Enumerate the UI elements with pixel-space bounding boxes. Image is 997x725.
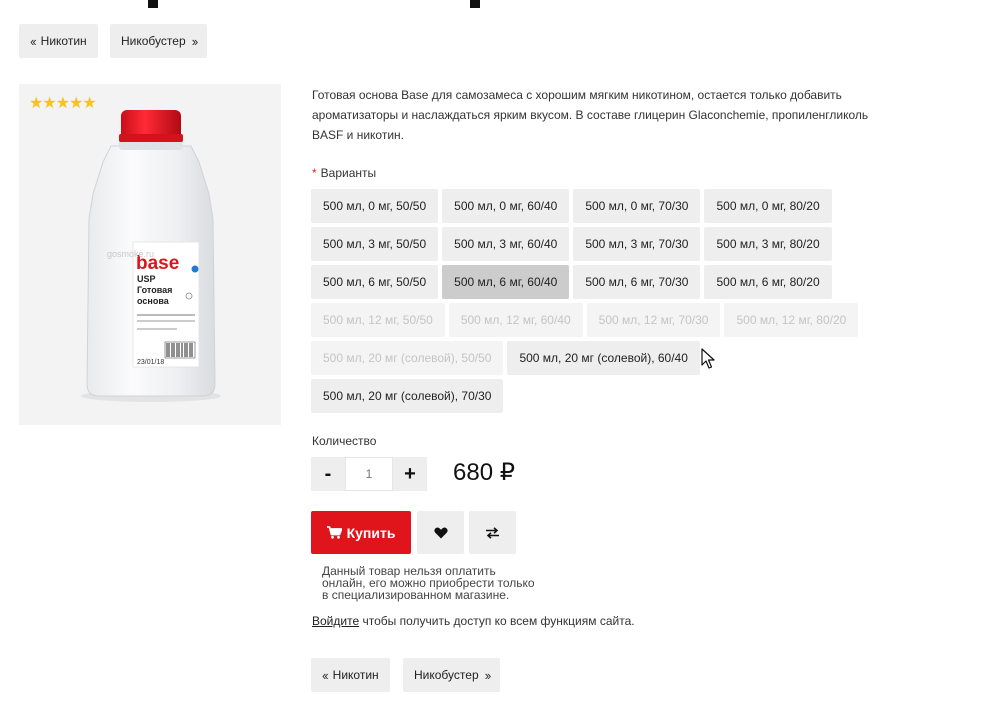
quantity-minus-button[interactable]: -	[311, 457, 345, 491]
variant-row: 500 мл, 20 мг (солевой), 70/30	[311, 379, 891, 413]
prev-product-button[interactable]: ‹‹ Никотин	[19, 24, 98, 58]
product-description: Готовая основа Base для самозамеса с хор…	[312, 88, 869, 142]
prev-product-label: Никотин	[332, 668, 379, 682]
cart-icon	[326, 526, 342, 539]
variant-option-disabled: 500 мл, 12 мг, 80/20	[724, 303, 859, 337]
chevron-right-icon: ››	[191, 33, 199, 49]
quantity-plus-button[interactable]: +	[393, 457, 427, 491]
heart-icon	[433, 526, 448, 538]
next-product-label: Никобустер	[414, 668, 479, 682]
bottle-illustration: base USP Готовая основа gosmoke.ru 23/01…	[81, 110, 221, 402]
bottle-date-text: 23/01/18	[137, 359, 164, 366]
variant-option[interactable]: 500 мл, 6 мг, 70/30	[573, 265, 701, 299]
wishlist-button[interactable]	[417, 511, 464, 554]
variant-option[interactable]: 500 мл, 20 мг (солевой), 70/30	[311, 379, 504, 413]
variant-option[interactable]: 500 мл, 0 мг, 50/50	[311, 189, 439, 223]
variant-row: 500 мл, 0 мг, 50/50 500 мл, 0 мг, 60/40 …	[311, 189, 891, 223]
buy-button[interactable]: Купить	[311, 511, 411, 554]
buy-button-label: Купить	[346, 524, 396, 541]
page-title-cropped	[148, 0, 488, 10]
variant-option[interactable]: 500 мл, 3 мг, 50/50	[311, 227, 439, 261]
mouse-pointer-icon	[701, 348, 715, 369]
variant-option-disabled: 500 мл, 20 мг (солевой), 50/50	[311, 341, 504, 375]
variant-option-selected[interactable]: 500 мл, 6 мг, 60/40	[442, 265, 570, 299]
variant-option[interactable]: 500 мл, 20 мг (солевой), 60/40	[507, 341, 700, 375]
payment-notice-line: в специализированном магазине.	[322, 588, 510, 602]
variant-option[interactable]: 500 мл, 0 мг, 80/20	[704, 189, 832, 223]
variants-group: 500 мл, 0 мг, 50/50 500 мл, 0 мг, 60/40 …	[311, 189, 891, 417]
next-product-label: Никобустер	[121, 34, 186, 48]
variants-label: * Варианты	[312, 166, 376, 180]
variant-option[interactable]: 500 мл, 0 мг, 60/40	[442, 189, 570, 223]
variant-row: 500 мл, 6 мг, 50/50 500 мл, 6 мг, 60/40 …	[311, 265, 891, 299]
prev-product-label: Никотин	[40, 34, 87, 48]
variant-option-disabled: 500 мл, 12 мг, 70/30	[586, 303, 721, 337]
bottle-line1-text: USP	[137, 274, 156, 284]
variant-row: 500 мл, 3 мг, 50/50 500 мл, 3 мг, 60/40 …	[311, 227, 891, 261]
next-product-button[interactable]: Никобустер ››	[110, 24, 208, 58]
quantity-input[interactable]	[345, 457, 393, 491]
variant-option[interactable]: 500 мл, 6 мг, 50/50	[311, 265, 439, 299]
quantity-stepper: - +	[311, 457, 427, 491]
compare-arrows-icon	[486, 526, 499, 539]
chevron-left-icon: ‹‹	[322, 667, 329, 683]
login-prompt: Войдите чтобы получить доступ ко всем фу…	[312, 614, 635, 628]
login-prompt-text: чтобы получить доступ ко всем функциям с…	[359, 614, 635, 628]
variant-option[interactable]: 500 мл, 3 мг, 80/20	[704, 227, 832, 261]
product-price: 680 ₽	[453, 459, 515, 486]
variant-option[interactable]: 500 мл, 3 мг, 70/30	[573, 227, 701, 261]
bottle-line2-text: Готовая	[137, 285, 172, 295]
variant-row: 500 мл, 20 мг (солевой), 50/50 500 мл, 2…	[311, 341, 891, 375]
chevron-left-icon: ‹‹	[30, 33, 37, 49]
product-image[interactable]: ★★★★★ base USP Готовая основа gosmoke.ru	[19, 84, 281, 425]
variant-row: 500 мл, 12 мг, 50/50 500 мл, 12 мг, 60/4…	[311, 303, 891, 337]
payment-notice: Данный товар нельзя оплатить онлайн, его…	[322, 565, 552, 601]
chevron-right-icon: ››	[484, 667, 492, 683]
quantity-label: Количество	[312, 434, 377, 448]
variant-option-disabled: 500 мл, 12 мг, 50/50	[311, 303, 445, 337]
rating-stars: ★★★★★	[29, 95, 97, 112]
next-product-button-bottom[interactable]: Никобустер ››	[403, 658, 501, 692]
compare-button[interactable]	[469, 511, 516, 554]
variant-option-disabled: 500 мл, 12 мг, 60/40	[448, 303, 583, 337]
login-link[interactable]: Войдите	[312, 614, 359, 628]
variant-option[interactable]: 500 мл, 0 мг, 70/30	[573, 189, 701, 223]
variant-option[interactable]: 500 мл, 6 мг, 80/20	[704, 265, 832, 299]
variants-label-text: Варианты	[320, 166, 377, 180]
bottle-line3-text: основа	[137, 296, 170, 306]
required-mark: *	[312, 166, 317, 180]
bottle-watermark-text: gosmoke.ru	[107, 249, 154, 259]
variant-option[interactable]: 500 мл, 3 мг, 60/40	[442, 227, 570, 261]
prev-product-button-bottom[interactable]: ‹‹ Никотин	[311, 658, 390, 692]
